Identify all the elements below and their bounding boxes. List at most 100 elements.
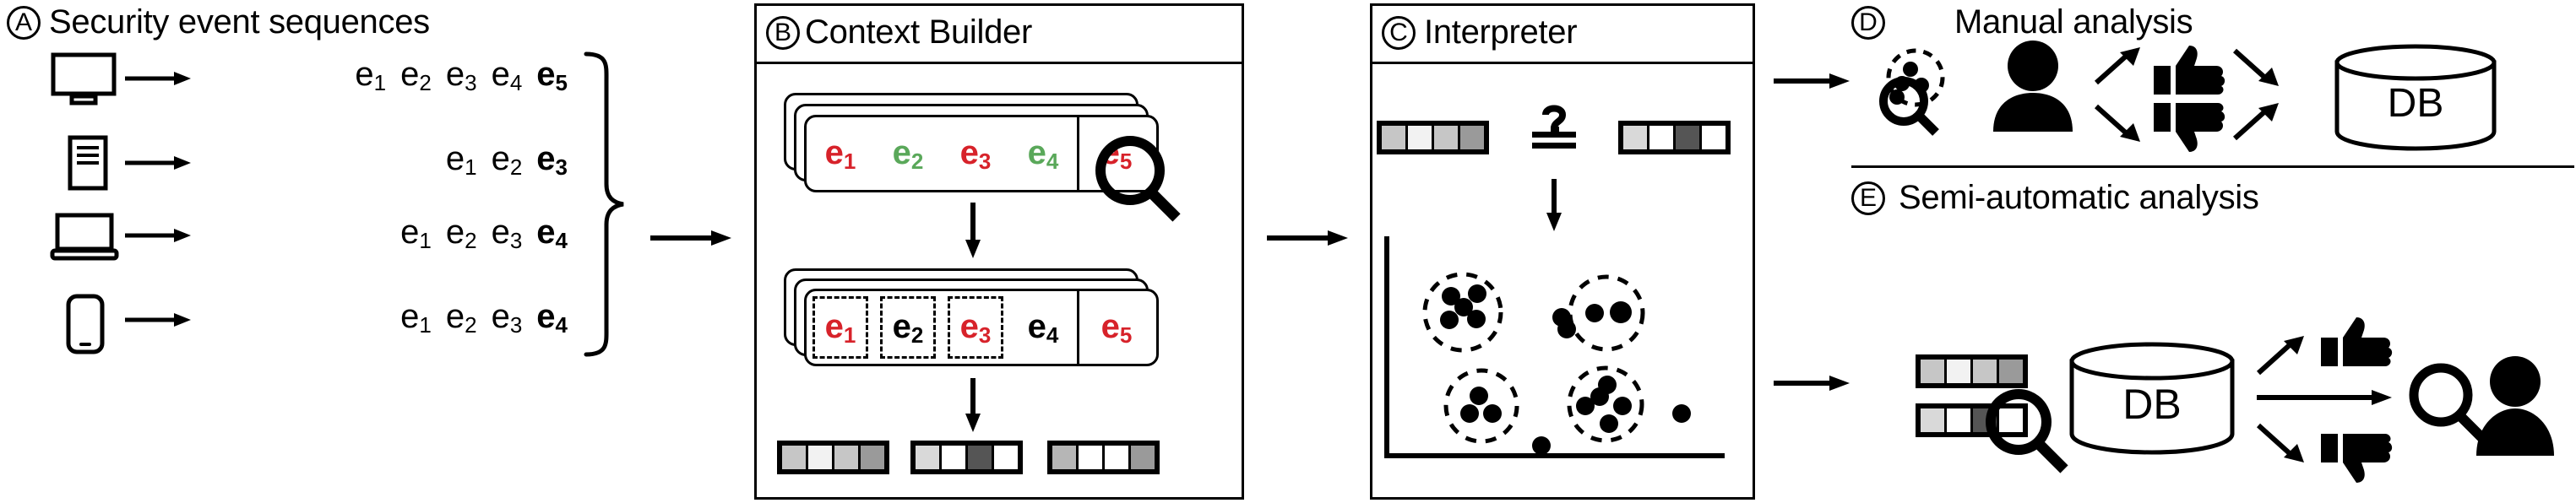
arrow-db-to-analyst xyxy=(2257,388,2392,407)
embedding-cell xyxy=(1999,360,2023,383)
embedding-cell xyxy=(1921,408,1944,432)
event-token: e3 xyxy=(445,56,477,95)
query-vector xyxy=(1377,121,1489,154)
embedding-cell xyxy=(1460,126,1484,149)
embedding-cell xyxy=(1623,126,1647,149)
source-arrow-1 xyxy=(125,69,191,88)
event-token-b2: e2 xyxy=(892,133,924,174)
embedding-cell xyxy=(1105,446,1128,469)
event-token-b3: e3 xyxy=(959,133,992,174)
arrow-to-scatter xyxy=(1544,179,1564,231)
embedding-cell xyxy=(861,446,884,469)
cluster-magnifier-icon[interactable] xyxy=(1867,48,1985,136)
event-sequence-row-2: e1 e2 e3 xyxy=(203,142,568,178)
arrow-c-to-d xyxy=(1774,71,1850,91)
arrow-a-to-b xyxy=(650,228,731,248)
panel-d-title: D Manual analysis xyxy=(1851,3,2193,41)
analyst-search-icon xyxy=(2404,354,2564,456)
embedding-cell xyxy=(1131,446,1155,469)
event-token: e1 xyxy=(445,140,477,180)
embedding-row-1 xyxy=(1916,354,2028,388)
cluster-2-ring xyxy=(1568,274,1645,352)
panel-divider xyxy=(1851,165,2574,168)
database-icon-d: DB xyxy=(2333,44,2498,151)
thumbs-up-icon-e xyxy=(2318,316,2395,368)
event-token: e2 xyxy=(400,56,432,95)
embedding-cell xyxy=(808,446,832,469)
event-token: e4 xyxy=(491,56,523,95)
panel-c-tag: C xyxy=(1382,15,1416,50)
embedding-cell xyxy=(1649,126,1673,149)
panel-e-title: E Semi-automatic analysis xyxy=(1851,179,2259,217)
embedding-vector-2 xyxy=(910,441,1023,474)
panel-d-title-text: Manual analysis xyxy=(1954,3,2193,41)
event-sequence-row-4: e1 e2 e3 e4 xyxy=(203,300,568,336)
card-bottom-events[interactable]: e1 e2 e3 e4 e5 xyxy=(804,289,1159,366)
source-arrow-2 xyxy=(125,154,191,172)
panel-c-header: C Interpreter xyxy=(1370,3,1755,64)
cluster-3-ring xyxy=(1443,368,1519,444)
panel-c-title-text: Interpreter xyxy=(1424,14,1578,51)
panel-d-tag: D xyxy=(1851,5,1885,40)
selected-event-box: e3 xyxy=(948,296,1003,359)
curly-brace xyxy=(579,51,630,357)
event-token: e1 xyxy=(355,56,387,95)
candidate-vector xyxy=(1618,121,1731,154)
embedding-cell xyxy=(994,446,1018,469)
arrow-db-to-thumbup xyxy=(2256,336,2306,376)
event-token-highlight: e4 xyxy=(536,298,568,338)
panel-e-tag: E xyxy=(1851,181,1885,215)
laptop-icon xyxy=(50,213,119,262)
card-divider xyxy=(1077,117,1079,190)
arrow-thumbup-to-db xyxy=(2232,47,2280,86)
event-sequence-row-1: e1 e2 e3 e4 e5 xyxy=(203,57,568,94)
event-token-b1: e1 xyxy=(824,133,856,174)
arrow-db-to-thumbdown xyxy=(2256,422,2306,462)
event-token-highlight: e5 xyxy=(536,56,568,95)
embedding-magnifier-icon[interactable] xyxy=(1983,387,2076,476)
thumbs-down-icon xyxy=(2150,101,2228,154)
source-arrow-4 xyxy=(125,311,191,329)
embedding-vector-3 xyxy=(1047,441,1160,474)
arrow-cards xyxy=(963,203,983,258)
embedding-cell xyxy=(1947,360,1970,383)
event-token: e2 xyxy=(445,298,477,338)
event-token-c5: e5 xyxy=(1101,307,1133,348)
arrow-to-embeddings xyxy=(963,378,983,432)
embedding-cell xyxy=(968,446,992,469)
embedding-cell xyxy=(1382,126,1405,149)
arrow-b-to-c xyxy=(1267,228,1348,248)
panel-b-frame xyxy=(754,3,1244,500)
embedding-cell xyxy=(1052,446,1076,469)
arrow-c-to-e xyxy=(1774,373,1850,393)
event-sequence-row-3: e1 e2 e3 e4 xyxy=(203,215,568,252)
db-label-d: DB xyxy=(2388,81,2444,126)
panel-a-title-text: Security event sequences xyxy=(49,3,430,41)
arrow-to-thumbdown xyxy=(2094,103,2142,142)
thumbs-up-icon xyxy=(2150,44,2228,96)
approximately-equal-question-icon xyxy=(1529,101,1579,154)
analyst-avatar-icon xyxy=(1986,41,2079,132)
embedding-cell xyxy=(782,446,806,469)
card-divider xyxy=(1077,291,1079,364)
event-token-highlight: e4 xyxy=(536,214,568,253)
embedding-cell xyxy=(916,446,939,469)
panel-b-title-text: Context Builder xyxy=(805,14,1032,51)
event-token-highlight: e3 xyxy=(536,140,568,180)
panel-a-title: A Security event sequences xyxy=(7,3,430,41)
cluster-scatter-plot xyxy=(1382,235,1736,479)
embedding-cell xyxy=(1973,360,1997,383)
monitor-icon xyxy=(51,52,117,105)
server-icon xyxy=(68,135,108,191)
event-token-c4: e4 xyxy=(1027,307,1059,348)
source-arrow-3 xyxy=(125,226,191,245)
db-label-e: DB xyxy=(2122,381,2181,428)
magnifier-icon-top[interactable] xyxy=(1092,133,1185,223)
embedding-cell xyxy=(834,446,858,469)
embedding-cell xyxy=(1079,446,1102,469)
event-token: e1 xyxy=(400,214,432,253)
panel-b-tag: B xyxy=(766,15,800,50)
event-token: e3 xyxy=(491,214,523,253)
smartphone-icon xyxy=(66,294,105,354)
embedding-cell xyxy=(942,446,965,469)
